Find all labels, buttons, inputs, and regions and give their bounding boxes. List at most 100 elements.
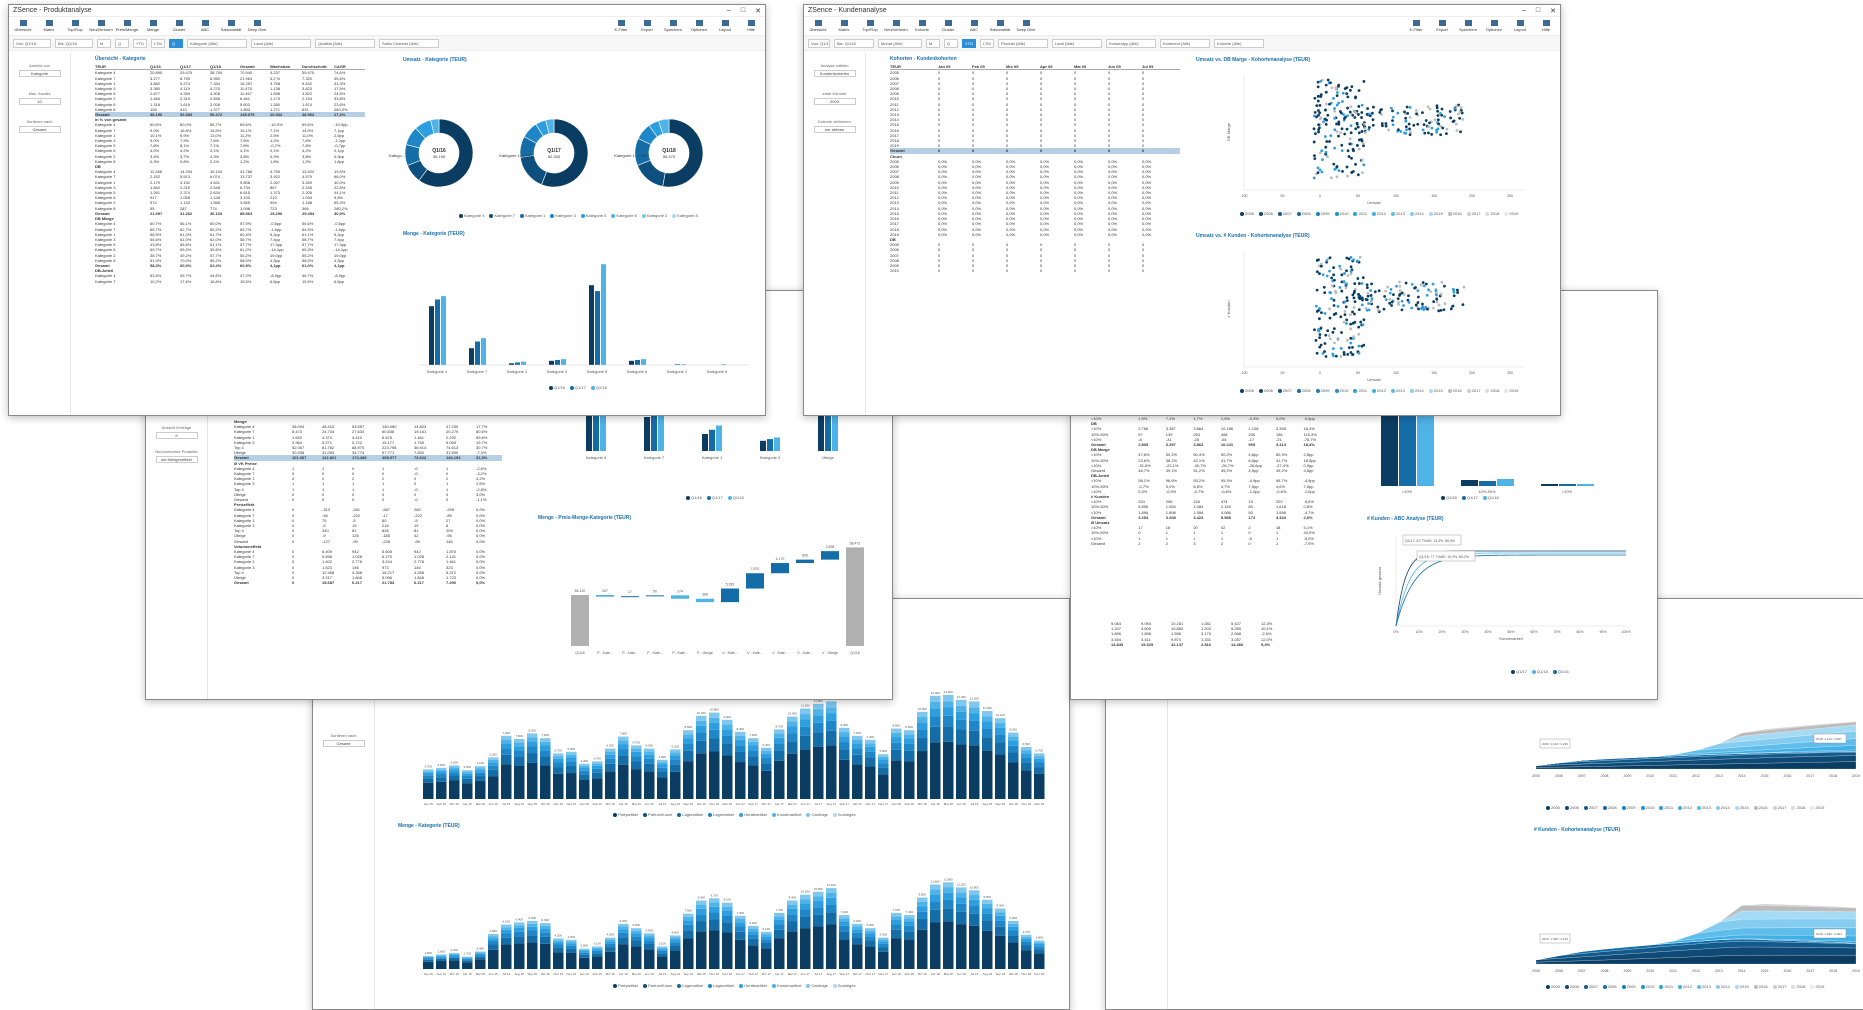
legend-swatch [1372,388,1377,393]
ribbon-nav-button[interactable]: ABC [964,20,984,32]
stacked-bar-segment [709,738,720,752]
stacked-bar-segment [488,938,499,942]
scatter-point [1366,291,1370,295]
ribbon-action-button[interactable]: Hilfe [1536,20,1556,32]
ribbon-nav-label: Top/Flop [862,27,878,32]
legend-item: 2017 [1466,211,1480,216]
stacked-bar-segment [670,759,681,765]
scatter-point [1316,94,1320,98]
ribbon-nav-button[interactable]: Top/Flop [860,20,880,32]
stacked-bar-segment [462,959,473,961]
filter-field[interactable]: Kategorie (Alle) [187,38,247,48]
ribbon-nav-button[interactable]: Matrix [834,20,854,32]
ribbon-nav-button[interactable]: Matrix [39,20,59,32]
ribbon-nav-button[interactable]: Menge [143,20,163,32]
ribbon-nav-button[interactable]: Preis/Menge [116,20,138,32]
filter-field[interactable]: YTD [133,38,147,48]
side-select[interactable]: nur aktiven [813,126,856,133]
minimize-icon[interactable]: – [1522,7,1526,15]
ribbon-nav-button[interactable]: Deep Dive [247,20,267,32]
ribbon-nav-button[interactable]: Übersicht [13,20,33,32]
ribbon-nav-button[interactable]: Saisonalität [990,20,1010,32]
filter-field[interactable]: Von: Q1/16 [13,38,51,48]
waterfall-tick-label: P - Kate... [672,651,688,655]
filter-field[interactable]: Von: Q1/17 [808,38,830,48]
ribbon-action-button[interactable]: Layout [715,20,735,32]
ribbon-action-button[interactable]: E-Filter [611,20,631,32]
filter-field[interactable]: Bis: Q1/18 [834,38,874,48]
filter-field[interactable]: M [926,38,940,48]
maximize-icon[interactable]: □ [741,7,745,15]
filter-field[interactable]: Monat (Alle) [878,38,922,48]
ribbon-nav-button[interactable]: Deep Dive [1016,20,1036,32]
ribbon-nav-button[interactable]: Übersicht [808,20,828,32]
ribbon-nav-button[interactable]: Neu/Verloren [884,20,908,32]
ribbon-nav-button[interactable]: Saisonalität [221,20,241,32]
filter-field[interactable]: Q [115,38,129,48]
data-label: 12,400 [957,695,967,699]
ribbon-nav-button[interactable]: Neu/Verloren [89,20,113,32]
scatter-point [1352,335,1356,339]
filter-field[interactable]: Q [169,38,183,48]
minimize-icon[interactable]: – [727,7,731,15]
month-tick-label: Jun 15 [489,972,498,976]
legend-item: 2011 [1353,211,1367,216]
side-select[interactable]: 2003 [813,98,856,105]
ribbon-nav-button[interactable]: Top/Flop [65,20,85,32]
close-icon[interactable]: ✕ [755,7,761,15]
filter-field[interactable]: Sales Channel (Alle) [379,38,439,48]
ribbon-action-button[interactable]: Speichern [663,20,683,32]
scatter-point [1332,162,1336,166]
ribbon-action-button[interactable]: Optionen [1484,20,1504,32]
year-tick-label: 2010 [1646,969,1654,973]
filter-field[interactable]: Kundentyp (Alle) [1106,38,1156,48]
table-cell: 2019 [890,231,899,237]
scatter-point [1315,288,1319,292]
stacked-bar-segment [631,761,642,770]
side-select[interactable]: Gesamt [18,126,61,133]
table-cell: 6,6pp [270,278,281,284]
filter-field[interactable]: LTM [980,38,994,48]
ribbon-action-button[interactable]: Speichern [1458,20,1478,32]
bar [601,264,606,365]
scatter-point [1333,109,1337,113]
ribbon-action-button[interactable]: Optionen [689,20,709,32]
filter-field[interactable]: M [97,38,111,48]
legend-swatch [1511,669,1515,674]
count-input[interactable]: 9 [155,432,198,439]
ribbon-action-button[interactable]: Export [1432,20,1452,32]
close-icon[interactable]: ✕ [1550,7,1556,15]
ribbon-nav-button[interactable]: Kohorte [912,20,932,32]
filter-field[interactable]: Kohorte (Alle) [1214,38,1264,48]
filter-field[interactable]: LTM [151,38,165,48]
filter-field[interactable]: Bis: Q1/18 [55,38,93,48]
filter-field[interactable]: YTD [962,38,976,48]
data-label: 5,900 [749,921,757,925]
ribbon-action-button[interactable]: Export [637,20,657,32]
filter-field[interactable]: Produkt (Alle) [998,38,1048,48]
maximize-icon[interactable]: □ [1536,7,1540,15]
callout-text: 2019: 1.119 / 4.867 [1816,737,1842,741]
waterfall-step [746,573,764,589]
filter-field[interactable]: Qualität (Alle) [315,38,375,48]
ribbon-action-button[interactable]: Hilfe [741,20,761,32]
side-select[interactable]: Kategorie [18,70,61,77]
scatter-point [1315,310,1319,313]
filter-field[interactable]: Land (Alle) [251,38,311,48]
ribbon-nav-button[interactable]: Cluster [938,20,958,32]
legend-swatch [1621,984,1626,989]
filter-field[interactable]: Kontinent (Alle) [1160,38,1210,48]
ribbon-nav-button[interactable]: ABC [195,20,215,32]
ribbon-nav-button[interactable]: Cluster [169,20,189,32]
scatter-point [1449,116,1453,120]
ribbon-action-button[interactable]: Layout [1510,20,1530,32]
filter-field[interactable]: Q [944,38,958,48]
newlost-select[interactable]: als Mengeneffekt [155,456,198,463]
legend-swatch [672,213,677,218]
filter-field[interactable]: Land (Alle) [1052,38,1102,48]
ribbon-action-button[interactable]: E-Filter [1406,20,1426,32]
sort-select[interactable]: Gesamt [322,740,365,747]
side-select[interactable]: Kundenkohorten [813,70,856,77]
side-select[interactable]: 10 [18,98,61,105]
stacked-bar-segment [1034,949,1045,954]
